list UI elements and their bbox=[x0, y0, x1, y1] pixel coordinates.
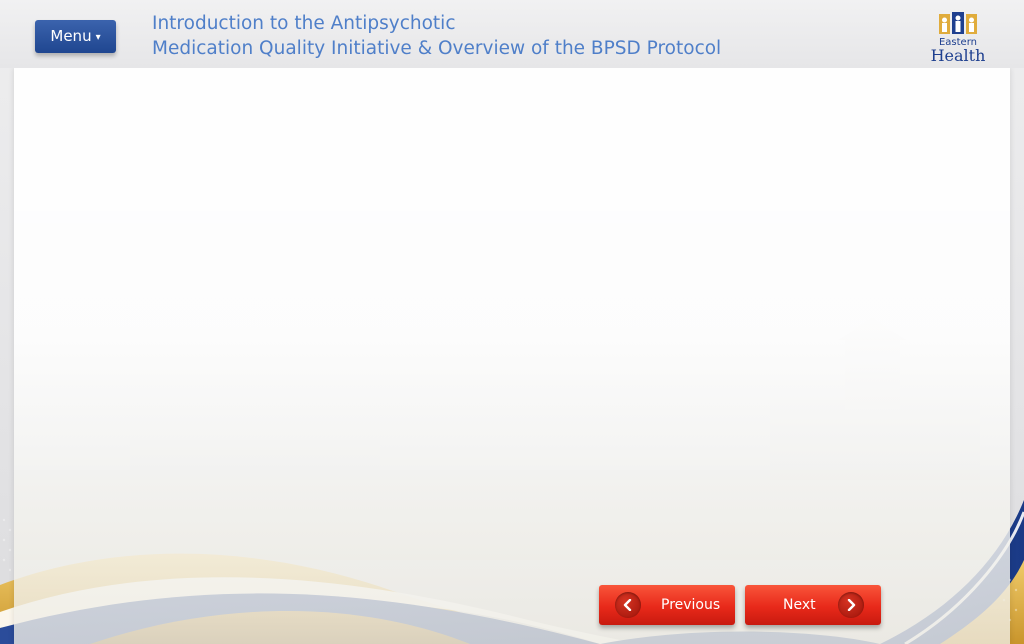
course-title-line-1: Introduction to the Antipsychotic bbox=[152, 13, 456, 34]
logo-figures-icon bbox=[939, 12, 977, 34]
header-bar: Menu ▾ Introduction to the Antipsychotic … bbox=[0, 0, 1024, 68]
content-panel bbox=[14, 68, 1010, 644]
chevron-left-icon bbox=[615, 592, 641, 618]
next-label: Next bbox=[783, 597, 816, 613]
next-button[interactable]: Next bbox=[745, 585, 881, 625]
previous-button[interactable]: Previous bbox=[599, 585, 735, 625]
logo-text-health: Health bbox=[930, 46, 986, 65]
previous-label: Previous bbox=[661, 597, 721, 613]
eastern-health-logo: Eastern Health bbox=[922, 8, 994, 65]
course-title-line-2: Medication Quality Initiative & Overview… bbox=[152, 38, 722, 59]
menu-button[interactable]: Menu ▾ bbox=[35, 20, 116, 53]
chevron-down-icon: ▾ bbox=[95, 32, 101, 43]
menu-label: Menu bbox=[50, 27, 92, 45]
course-title: Introduction to the Antipsychotic Medica… bbox=[152, 11, 721, 61]
course-player: Menu ▾ Introduction to the Antipsychotic … bbox=[0, 0, 1024, 644]
chevron-right-icon bbox=[838, 592, 864, 618]
